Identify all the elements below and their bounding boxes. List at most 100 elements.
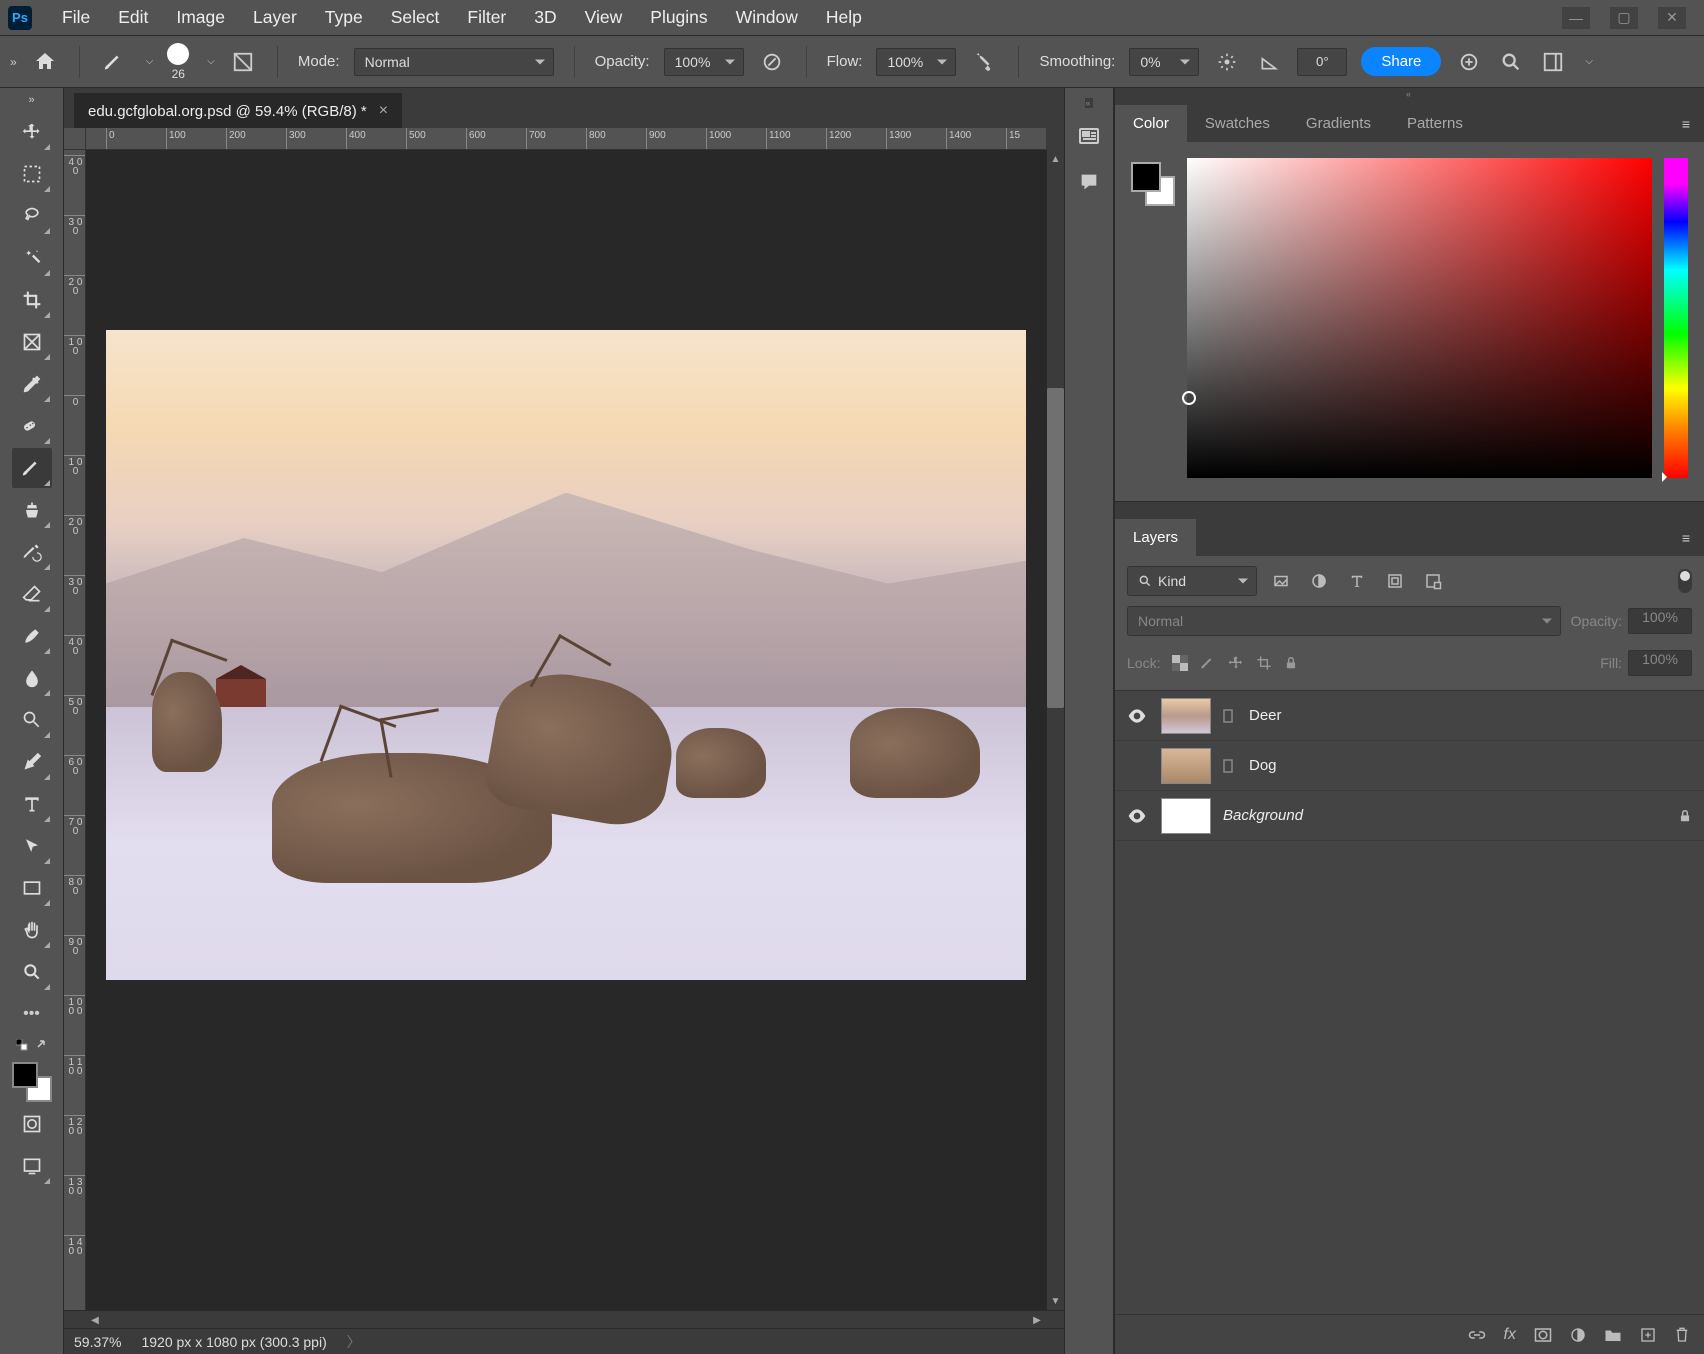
clone-stamp-tool[interactable]: [12, 490, 52, 530]
color-panel-swatches[interactable]: [1131, 162, 1175, 206]
color-cursor[interactable]: [1182, 391, 1196, 405]
dodge-tool[interactable]: [12, 700, 52, 740]
comments-panel-icon[interactable]: [1071, 164, 1107, 200]
panel-collapse-handle[interactable]: «: [1115, 88, 1704, 100]
swap-colors-icon[interactable]: [12, 1036, 52, 1054]
eyedropper-tool[interactable]: [12, 364, 52, 404]
vertical-ruler[interactable]: 4 0 03 0 02 0 01 0 001 0 02 0 03 0 04 0 …: [64, 150, 86, 1310]
visibility-toggle[interactable]: [1127, 809, 1149, 823]
blur-tool[interactable]: [12, 658, 52, 698]
filter-smart-icon[interactable]: [1419, 567, 1447, 595]
pen-tool[interactable]: [12, 742, 52, 782]
lock-icon[interactable]: [1678, 808, 1692, 824]
panel-menu-icon[interactable]: ≡: [1668, 106, 1704, 142]
filter-toggle[interactable]: [1678, 569, 1692, 593]
layer-row-dog[interactable]: Dog: [1115, 741, 1704, 791]
frame-tool[interactable]: [12, 322, 52, 362]
layer-style-icon[interactable]: fx: [1504, 1326, 1516, 1344]
panel-divider-handle[interactable]: [1115, 502, 1704, 514]
document-tab[interactable]: edu.gcfglobal.org.psd @ 59.4% (RGB/8) * …: [74, 93, 402, 128]
magic-wand-tool[interactable]: [12, 238, 52, 278]
filter-adjustment-icon[interactable]: [1305, 567, 1333, 595]
layer-row-background[interactable]: Background: [1115, 791, 1704, 841]
gradients-tab[interactable]: Gradients: [1288, 105, 1389, 142]
hand-tool[interactable]: [12, 910, 52, 950]
layer-filter-select[interactable]: Kind: [1127, 566, 1257, 596]
vertical-scrollbar[interactable]: ▲ ▼: [1046, 150, 1064, 1310]
eraser-tool[interactable]: [12, 574, 52, 614]
layer-mask-icon[interactable]: [1534, 1327, 1552, 1343]
visibility-toggle[interactable]: [1127, 709, 1149, 723]
layer-name[interactable]: Deer: [1249, 707, 1282, 724]
layers-tab[interactable]: Layers: [1115, 519, 1196, 556]
angle-input[interactable]: [1297, 48, 1347, 76]
patterns-tab[interactable]: Patterns: [1389, 105, 1481, 142]
home-button[interactable]: [31, 48, 59, 76]
close-button[interactable]: ✕: [1658, 7, 1686, 29]
menu-layer[interactable]: Layer: [239, 0, 311, 35]
workspace-switcher-icon[interactable]: [1539, 48, 1567, 76]
lock-all-icon[interactable]: [1284, 655, 1298, 671]
menu-plugins[interactable]: Plugins: [636, 0, 721, 35]
menu-type[interactable]: Type: [311, 0, 377, 35]
history-brush-tool[interactable]: [12, 532, 52, 572]
color-field[interactable]: [1187, 158, 1652, 478]
lock-artboard-icon[interactable]: [1256, 655, 1272, 671]
horizontal-ruler[interactable]: 0100200300400500600700800900100011001200…: [86, 128, 1046, 150]
lock-transparency-icon[interactable]: [1172, 655, 1188, 671]
brush-tool-icon[interactable]: [100, 48, 128, 76]
filter-type-icon[interactable]: [1343, 567, 1371, 595]
brush-preset-chevron[interactable]: ⌵: [146, 56, 154, 67]
layers-panel-menu-icon[interactable]: ≡: [1668, 520, 1704, 556]
hue-cursor[interactable]: [1662, 472, 1672, 482]
blend-mode-select[interactable]: Normal: [354, 48, 554, 76]
lock-position-icon[interactable]: [1228, 655, 1244, 671]
foreground-color[interactable]: [12, 1062, 38, 1088]
layer-row-deer[interactable]: Deer: [1115, 691, 1704, 741]
type-tool[interactable]: [12, 784, 52, 824]
layer-thumbnail[interactable]: [1161, 748, 1211, 784]
menu-image[interactable]: Image: [162, 0, 239, 35]
share-button[interactable]: Share: [1361, 47, 1441, 76]
scroll-down-icon[interactable]: ▼: [1047, 1292, 1064, 1310]
layer-thumbnail[interactable]: [1161, 698, 1211, 734]
menu-view[interactable]: View: [571, 0, 637, 35]
lasso-tool[interactable]: [12, 196, 52, 236]
crop-tool[interactable]: [12, 280, 52, 320]
path-selection-tool[interactable]: [12, 826, 52, 866]
menu-filter[interactable]: Filter: [453, 0, 520, 35]
scroll-right-icon[interactable]: ▶: [1028, 1311, 1046, 1329]
menu-3d[interactable]: 3D: [520, 0, 570, 35]
scroll-thumb[interactable]: [1047, 388, 1064, 708]
pressure-size-icon[interactable]: [1455, 48, 1483, 76]
new-group-icon[interactable]: [1604, 1327, 1622, 1343]
hue-slider[interactable]: [1664, 158, 1688, 478]
smoothing-select[interactable]: 0%: [1129, 48, 1199, 76]
menu-edit[interactable]: Edit: [104, 0, 162, 35]
close-tab-icon[interactable]: ×: [379, 102, 388, 120]
swatches-tab[interactable]: Swatches: [1187, 105, 1288, 142]
gradient-tool[interactable]: [12, 616, 52, 656]
new-layer-icon[interactable]: [1640, 1327, 1656, 1343]
quick-mask-toggle[interactable]: [12, 1104, 52, 1144]
delete-layer-icon[interactable]: [1674, 1326, 1690, 1344]
layer-name[interactable]: Background: [1223, 807, 1303, 824]
toolbar-expand[interactable]: »: [28, 94, 34, 106]
zoom-level[interactable]: 59.37%: [74, 1334, 121, 1350]
search-icon[interactable]: [1497, 48, 1525, 76]
link-layers-icon[interactable]: [1468, 1328, 1486, 1342]
smoothing-options-icon[interactable]: [1213, 48, 1241, 76]
menu-help[interactable]: Help: [812, 0, 876, 35]
scroll-left-icon[interactable]: ◀: [86, 1311, 104, 1329]
maximize-button[interactable]: ▢: [1610, 7, 1638, 29]
airbrush-icon[interactable]: [970, 48, 998, 76]
filter-pixel-icon[interactable]: [1267, 567, 1295, 595]
history-panel-icon[interactable]: [1071, 118, 1107, 154]
document-dimensions[interactable]: 1920 px x 1080 px (300.3 ppi): [141, 1334, 326, 1350]
pressure-opacity-icon[interactable]: [758, 48, 786, 76]
scroll-up-icon[interactable]: ▲: [1047, 150, 1064, 168]
edit-toolbar[interactable]: •••: [12, 994, 52, 1034]
layer-fill-input[interactable]: 100%: [1628, 650, 1692, 676]
brush-size-chevron[interactable]: ⌵: [207, 56, 215, 67]
opacity-select[interactable]: 100%: [664, 48, 744, 76]
